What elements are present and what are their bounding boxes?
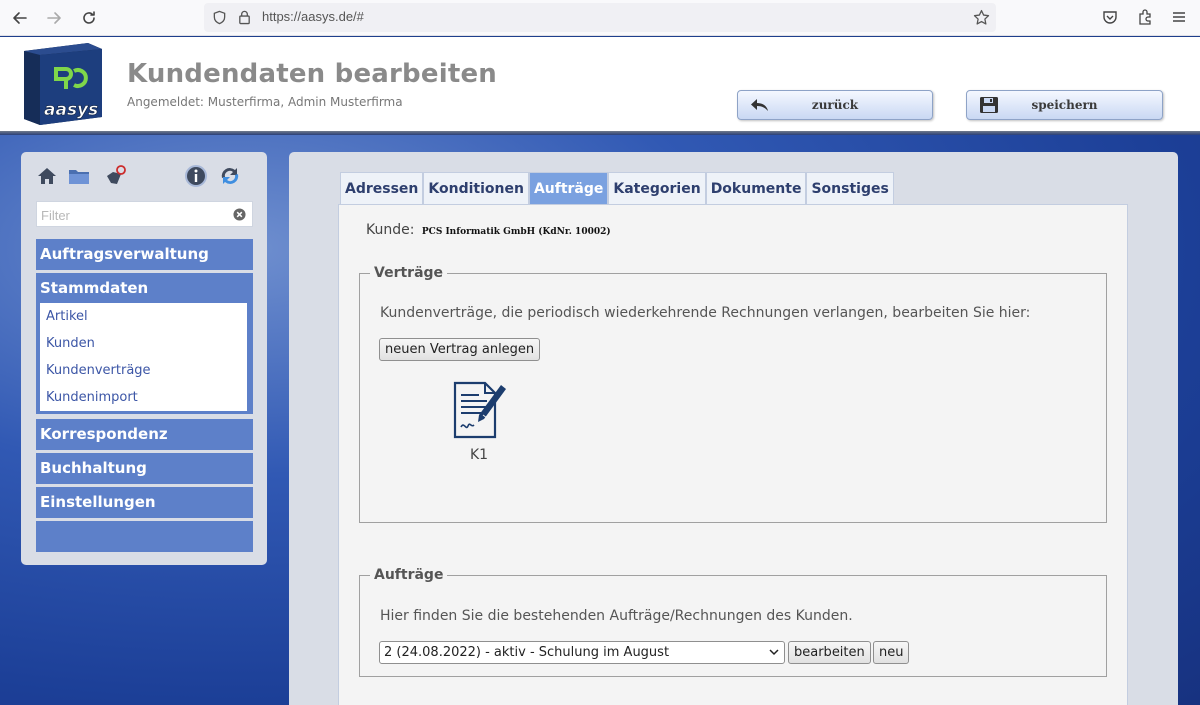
orders-description: Hier finden Sie die bestehenden Aufträge… bbox=[380, 608, 853, 624]
tab-auftraege[interactable]: Aufträge bbox=[528, 172, 609, 204]
menu-empty-section bbox=[36, 521, 253, 552]
lock-icon[interactable] bbox=[237, 9, 252, 25]
menu-stammdaten[interactable]: Stammdaten Artikel Kunden Kundenverträge… bbox=[36, 273, 253, 414]
aasys-logo: aasys bbox=[24, 43, 102, 125]
app-header: aasys Kundendaten bearbeiten Angemeldet:… bbox=[0, 37, 1200, 131]
contract-document-icon bbox=[453, 381, 506, 439]
folder-icon[interactable] bbox=[67, 164, 91, 188]
tab-dokumente[interactable]: Dokumente bbox=[705, 172, 807, 204]
back-button-label: zurück bbox=[811, 98, 859, 112]
menu-buchhaltung[interactable]: Buchhaltung bbox=[36, 453, 253, 484]
menu-section-label: Buchhaltung bbox=[40, 459, 147, 477]
back-button[interactable]: zurück bbox=[737, 90, 933, 120]
order-select-value: 2 (24.08.2022) - aktiv - Schulung im Aug… bbox=[384, 645, 670, 660]
orders-legend: Aufträge bbox=[374, 567, 444, 583]
new-order-button[interactable]: neu bbox=[873, 641, 910, 664]
tab-bar: Adressen Konditionen Aufträge Kategorien… bbox=[340, 172, 894, 204]
filter-field[interactable] bbox=[36, 201, 253, 227]
menu-section-label: Einstellungen bbox=[40, 493, 156, 511]
tab-content: Kunde: PCS Informatik GmbH (KdNr. 10002)… bbox=[338, 204, 1128, 705]
tab-kategorien[interactable]: Kategorien bbox=[608, 172, 706, 204]
login-info: Angemeldet: Musterfirma, Admin Musterfir… bbox=[127, 95, 403, 109]
menu-auftragsverwaltung[interactable]: Auftragsverwaltung bbox=[36, 239, 253, 270]
customer-name: PCS Informatik GmbH (KdNr. 10002) bbox=[421, 227, 611, 237]
customer-line: Kunde: PCS Informatik GmbH (KdNr. 10002) bbox=[366, 222, 611, 238]
bookmark-star-icon[interactable] bbox=[973, 9, 990, 26]
info-icon[interactable] bbox=[184, 164, 208, 188]
forward-arrow-icon[interactable] bbox=[42, 6, 66, 30]
home-icon[interactable] bbox=[35, 164, 59, 188]
contracts-description: Kundenverträge, die periodisch wiederkeh… bbox=[380, 305, 1031, 321]
save-button-label: speichern bbox=[1031, 98, 1098, 112]
save-button[interactable]: speichern bbox=[966, 90, 1163, 120]
shield-icon[interactable] bbox=[212, 10, 227, 25]
address-bar[interactable]: https://aasys.de/# bbox=[204, 3, 996, 32]
tab-sonstiges[interactable]: Sonstiges bbox=[806, 172, 894, 204]
submenu-item-artikel[interactable]: Artikel bbox=[40, 303, 247, 330]
tab-konditionen[interactable]: Konditionen bbox=[423, 172, 529, 204]
stammdaten-submenu: Artikel Kunden Kundenverträge Kundenimpo… bbox=[40, 303, 247, 411]
sidebar: Auftragsverwaltung Stammdaten Artikel Ku… bbox=[21, 152, 267, 565]
order-select[interactable]: 2 (24.08.2022) - aktiv - Schulung im Aug… bbox=[379, 641, 785, 664]
help-pointer-icon[interactable] bbox=[103, 164, 127, 188]
refresh-icon[interactable] bbox=[218, 164, 242, 188]
tab-adressen[interactable]: Adressen bbox=[340, 172, 424, 204]
new-contract-button[interactable]: neuen Vertrag anlegen bbox=[379, 338, 541, 361]
back-arrow-icon[interactable] bbox=[8, 6, 32, 30]
menu-korrespondenz[interactable]: Korrespondenz bbox=[36, 419, 253, 450]
contract-label: K1 bbox=[469, 447, 489, 463]
submenu-item-kundenvertraege[interactable]: Kundenverträge bbox=[40, 357, 247, 384]
reload-icon[interactable] bbox=[77, 6, 101, 30]
main-panel: Adressen Konditionen Aufträge Kategorien… bbox=[289, 152, 1178, 705]
edit-order-button[interactable]: bearbeiten bbox=[788, 641, 871, 664]
submenu-item-kunden[interactable]: Kunden bbox=[40, 330, 247, 357]
svg-text:aasys: aasys bbox=[44, 100, 98, 120]
page-title: Kundendaten bearbeiten bbox=[127, 59, 497, 89]
menu-section-label: Korrespondenz bbox=[40, 425, 168, 443]
chevron-down-icon bbox=[769, 649, 779, 656]
menu-icon[interactable] bbox=[1170, 8, 1188, 26]
contract-item[interactable]: K1 bbox=[444, 379, 514, 463]
clear-icon[interactable] bbox=[233, 208, 246, 221]
filter-input[interactable] bbox=[41, 206, 221, 224]
extensions-icon[interactable] bbox=[1136, 8, 1154, 26]
pocket-icon[interactable] bbox=[1101, 8, 1119, 26]
customer-label: Kunde: bbox=[366, 222, 415, 238]
submenu-item-kundenimport[interactable]: Kundenimport bbox=[40, 384, 247, 411]
url-text[interactable]: https://aasys.de/# bbox=[262, 9, 364, 24]
menu-section-label: Stammdaten bbox=[40, 279, 149, 297]
menu-einstellungen[interactable]: Einstellungen bbox=[36, 487, 253, 518]
menu-section-label: Auftragsverwaltung bbox=[40, 245, 209, 263]
orders-fieldset: Aufträge Hier finden Sie die bestehenden… bbox=[359, 567, 1107, 677]
contracts-fieldset: Verträge Kundenverträge, die periodisch … bbox=[359, 265, 1107, 523]
contracts-legend: Verträge bbox=[374, 265, 444, 281]
browser-toolbar: https://aasys.de/# bbox=[0, 0, 1200, 36]
